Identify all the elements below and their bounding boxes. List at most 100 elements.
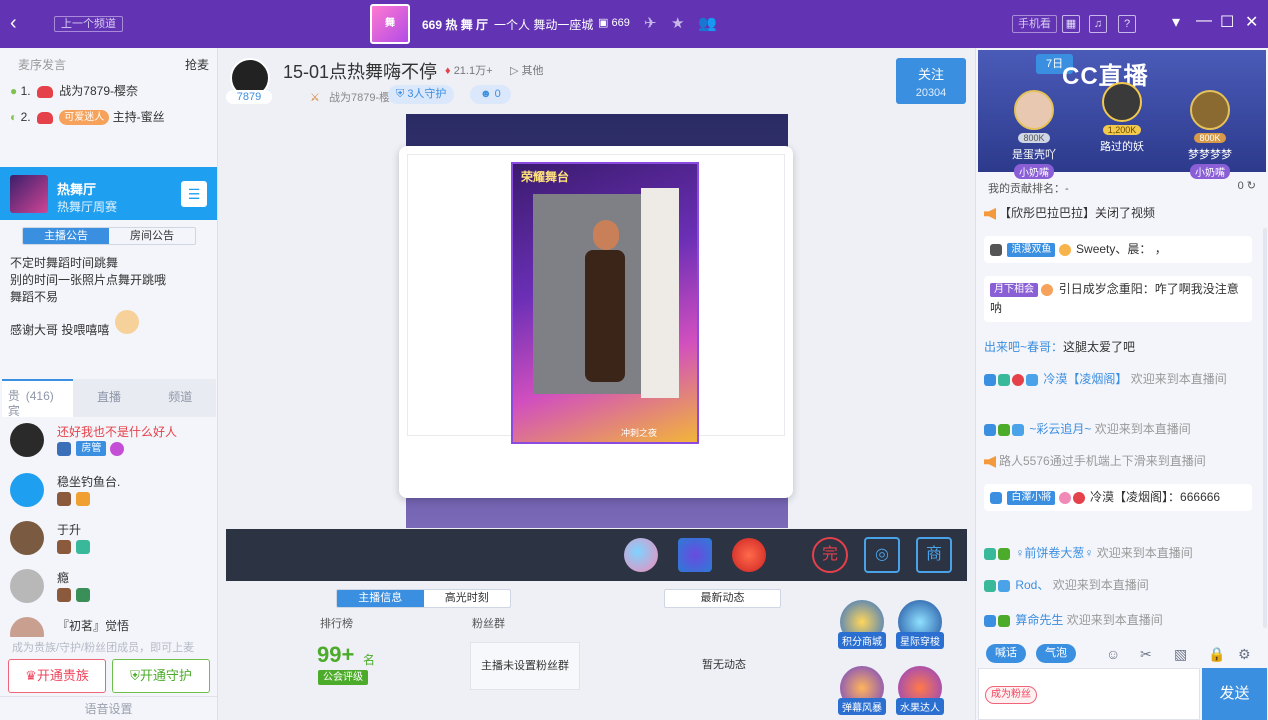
chat-message: 【欣彤巴拉巴拉】关闭了视频 xyxy=(984,204,1252,223)
chat-nick: Sweety、晨： xyxy=(1076,242,1152,256)
other-button[interactable]: ▷ 其他 xyxy=(510,62,544,78)
bell-icon[interactable]: ♫ xyxy=(1089,15,1107,33)
points-mall-button[interactable]: 积分商城 xyxy=(838,600,886,649)
open-noble-button[interactable]: ♛开通贵族 xyxy=(8,659,106,693)
room-logo[interactable]: 舞 xyxy=(370,4,410,44)
hall-banner[interactable]: 热舞厅 热舞厅周赛 ☰ xyxy=(0,167,217,220)
list-item[interactable]: 『初茗』觉悟 xyxy=(10,617,210,637)
follow-button[interactable]: 关注 20304 xyxy=(896,58,966,104)
user-badges xyxy=(57,587,92,602)
chat-message[interactable]: ♀前饼卷大葱♀ 欢迎来到本直播间 xyxy=(984,544,1252,563)
fruit-master-button[interactable]: 水果达人 xyxy=(896,666,944,715)
chat-message[interactable]: 算命先生 欢迎来到本直播间 xyxy=(984,611,1252,630)
guard-slot[interactable]: 1,200K 路过的妖 xyxy=(1082,82,1162,154)
open-guard-button[interactable]: ⛨开通守护 xyxy=(112,659,210,693)
seat-row[interactable]: ◐ 2. 可爱迷人 主持-蜜丝 xyxy=(10,108,165,126)
sword-icon: ⚔ xyxy=(310,92,320,104)
settings-icon[interactable]: ⚙ xyxy=(1238,646,1251,663)
open-noble-label: 开通贵族 xyxy=(36,668,89,683)
refresh-icon[interactable]: ↻ xyxy=(1247,180,1256,192)
grab-seat-button[interactable]: 抢麦 xyxy=(185,56,209,73)
tab-channel[interactable]: 频道 xyxy=(145,379,216,417)
fire-icon: ♦ xyxy=(445,65,451,77)
seat-row[interactable]: ● 1. 战为7879-樱奈 xyxy=(10,82,138,99)
list-item[interactable]: 还好我也不是什么好人 房管 xyxy=(10,423,210,467)
chat-message[interactable]: 出来吧~春哥：这腿太爱了吧 xyxy=(984,338,1252,357)
tab-live[interactable]: 直播 xyxy=(73,379,144,417)
tab-anchor-notice[interactable]: 主播公告 xyxy=(23,228,109,244)
star-icon[interactable]: ★ xyxy=(671,14,684,32)
chat-toolbar: 喊话 气泡 ☺ ✂ ▧ 🔒 ⚙ xyxy=(986,644,1256,664)
user-name: 稳坐钓鱼台. xyxy=(57,475,121,489)
bubble-button[interactable]: 气泡 xyxy=(1036,644,1076,663)
room-title: 669 热 舞 厅 xyxy=(422,18,489,32)
chat-scrollbar[interactable] xyxy=(1263,228,1267,628)
right-panel: 7日 CC直播 800K 是蛋壳吖 小奶嘴 1,200K 路过的妖 800K 梦… xyxy=(975,48,1268,720)
phone-watch-button[interactable]: 手机看 xyxy=(1012,15,1057,33)
plane-icon[interactable]: ✈ xyxy=(644,14,657,32)
send-button[interactable]: 发送 xyxy=(1202,668,1267,720)
list-item[interactable]: 于升 xyxy=(10,521,210,565)
danmaku-storm-button[interactable]: 弹幕风暴 xyxy=(838,666,886,715)
star-travel-button[interactable]: 星际穿梭 xyxy=(896,600,944,649)
shout-button[interactable]: 喊话 xyxy=(986,644,1026,663)
flower-gift-icon[interactable] xyxy=(732,538,766,572)
chat-text: 【欣彤巴拉巴拉】关闭了视频 xyxy=(999,206,1156,220)
tab-guests[interactable]: 贵宾 (416) xyxy=(2,379,74,418)
fans-pill[interactable]: ☻ 0 xyxy=(470,85,511,104)
emoji-icon[interactable]: ☺ xyxy=(1106,646,1120,662)
vip-icon xyxy=(109,441,124,456)
list-item[interactable]: 瘾 xyxy=(10,569,210,613)
close-icon[interactable]: ✕ xyxy=(1245,12,1258,32)
user-badges: 房管 xyxy=(57,441,126,457)
voice-settings-button[interactable]: 语音设置 xyxy=(0,696,217,720)
list-item[interactable]: 稳坐钓鱼台. xyxy=(10,473,210,517)
fan-icon xyxy=(76,587,91,602)
announce-icon xyxy=(984,207,996,220)
rank-label: 排行榜 xyxy=(320,618,353,630)
shield-icon: ⛨ xyxy=(130,668,140,683)
chat-input[interactable]: 成为粉丝 xyxy=(978,668,1200,720)
event-poster[interactable]: 荣耀舞台 冲刺之夜 xyxy=(511,162,699,444)
level-icon xyxy=(1041,283,1054,296)
mic-icon: ● xyxy=(10,84,18,98)
chat-message[interactable]: 冷漠【凌烟阁】 欢迎来到本直播间 xyxy=(984,370,1252,389)
chat-message[interactable]: 浪漫双鱼 Sweety、晨： ， xyxy=(984,236,1252,263)
tab-highlights[interactable]: 高光时刻 xyxy=(424,590,511,607)
notice-line: 舞蹈不易 xyxy=(10,290,59,304)
box-gift-icon[interactable] xyxy=(678,538,712,572)
tab-anchor-info[interactable]: 主播信息 xyxy=(337,590,424,607)
complete-icon[interactable]: 完 xyxy=(812,537,848,573)
chat-message[interactable]: ~彩云追月~ 欢迎来到本直播间 xyxy=(984,420,1252,439)
user-name: 于升 xyxy=(57,523,82,537)
store-icon[interactable]: 商 xyxy=(916,537,952,573)
dropdown-icon[interactable]: ▾ xyxy=(1172,12,1180,32)
lock-icon[interactable]: 🔒 xyxy=(1208,646,1225,663)
tab-room-notice[interactable]: 房间公告 xyxy=(109,228,195,244)
activity-label: 水果达人 xyxy=(896,698,944,715)
menu-icon[interactable]: ☰ xyxy=(181,181,207,207)
chat-message[interactable]: Rod、 欢迎来到本直播间 xyxy=(984,576,1252,595)
package-icon[interactable]: ◎ xyxy=(864,537,900,573)
help-icon[interactable]: ? xyxy=(1118,15,1136,33)
chat-tag: 白澤小將 xyxy=(1007,490,1056,505)
union-rating-badge[interactable]: 公会评级 xyxy=(318,670,368,685)
back-icon[interactable]: ‹ xyxy=(10,12,17,34)
prev-channel-button[interactable]: 上一个频道 xyxy=(54,16,123,32)
chat-message[interactable]: 月下相会 引日成岁念重阳：咋了啊我没注意呐 xyxy=(984,276,1252,322)
contribution-number: 0 xyxy=(1237,180,1244,192)
tab-latest-news[interactable]: 最新动态 xyxy=(664,589,781,608)
scissors-icon[interactable]: ✂ xyxy=(1140,646,1152,663)
guard-slot[interactable]: 800K 是蛋壳吖 小奶嘴 xyxy=(994,90,1074,179)
balloon-gift-icon[interactable] xyxy=(624,538,658,572)
guard-slot[interactable]: 800K 梦梦梦梦 小奶嘴 xyxy=(1170,90,1250,179)
image-icon[interactable]: ▧ xyxy=(1174,646,1187,663)
grid-icon[interactable]: ▦ xyxy=(1062,15,1080,33)
chat-message[interactable]: 白澤小將 冷漠【凌烟阁】：666666 xyxy=(984,484,1252,511)
minimize-icon[interactable]: — xyxy=(1196,12,1212,30)
become-fan-badge[interactable]: 成为粉丝 xyxy=(985,686,1037,704)
maximize-icon[interactable]: ☐ xyxy=(1220,12,1234,32)
users-icon[interactable]: 👥 xyxy=(698,14,717,32)
phone-icon xyxy=(984,614,996,627)
guards-pill[interactable]: ⛨ 3人守护 xyxy=(388,85,455,104)
